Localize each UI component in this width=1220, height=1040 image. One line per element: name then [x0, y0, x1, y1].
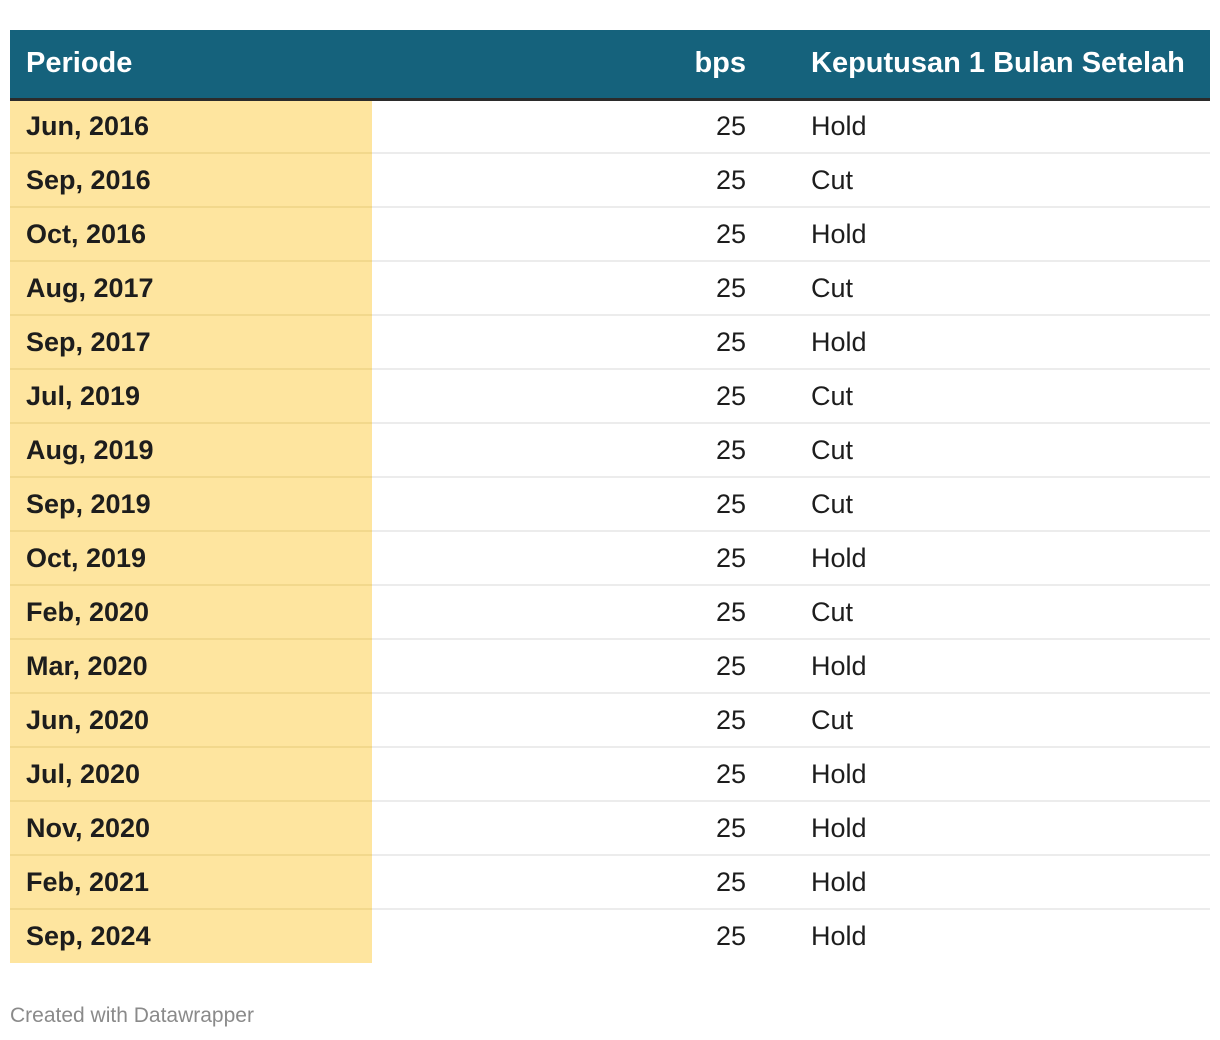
cell-keputusan: Hold	[752, 207, 1210, 262]
cell-keputusan: Cut	[752, 585, 1210, 640]
cell-periode: Jun, 2016	[10, 99, 372, 154]
table-row: Aug, 2019 25 Cut	[10, 423, 1210, 478]
table-row: Sep, 2019 25 Cut	[10, 477, 1210, 532]
cell-keputusan: Hold	[752, 99, 1210, 154]
cell-bps: 25	[372, 747, 752, 802]
cell-bps: 25	[372, 639, 752, 694]
table-row: Mar, 2020 25 Hold	[10, 639, 1210, 694]
table-row: Feb, 2021 25 Hold	[10, 855, 1210, 910]
table-row: Sep, 2024 25 Hold	[10, 909, 1210, 963]
cell-keputusan: Hold	[752, 639, 1210, 694]
table-row: Oct, 2016 25 Hold	[10, 207, 1210, 262]
table-body: Jun, 2016 25 Hold Sep, 2016 25 Cut Oct, 2016 25…	[10, 99, 1210, 963]
cell-bps: 25	[372, 477, 752, 532]
cell-keputusan: Hold	[811, 921, 867, 951]
cell-periode: Sep, 2017	[10, 315, 372, 370]
cell-periode: Aug, 2017	[10, 261, 372, 316]
table-row: Jul, 2020 25 Hold	[10, 747, 1210, 802]
cell-keputusan: Hold	[752, 747, 1210, 802]
cell-bps: 25	[372, 261, 752, 316]
column-header-bps[interactable]: bps	[372, 30, 752, 99]
cell-periode: Oct, 2019	[10, 531, 372, 586]
cell-bps: 25	[372, 207, 752, 262]
datawrapper-credit: Created with Datawrapper	[10, 1004, 254, 1027]
cell-periode: Sep, 2019	[10, 477, 372, 532]
cell-periode: Feb, 2021	[10, 855, 372, 910]
cell-keputusan: Cut	[752, 261, 1210, 316]
table-row: Jun, 2016 25 Hold	[10, 99, 1210, 154]
cell-periode: Sep, 2016	[10, 153, 372, 208]
cell-periode: Feb, 2020	[10, 585, 372, 640]
cell-periode: Mar, 2020	[10, 639, 372, 694]
cell-bps: 25	[372, 315, 752, 370]
cell-periode: Jun, 2020	[10, 693, 372, 748]
cell-keputusan: Cut	[752, 693, 1210, 748]
cell-periode: Jul, 2019	[10, 369, 372, 424]
cell-periode: Nov, 2020	[10, 801, 372, 856]
cell-keputusan: Hold	[752, 531, 1210, 586]
cell-keputusan: Cut	[752, 423, 1210, 478]
table-row: Jun, 2020 25 Cut	[10, 693, 1210, 748]
cell-keputusan: Cut	[752, 153, 1210, 208]
table-row: Sep, 2017 25 Hold	[10, 315, 1210, 370]
table-row: Sep, 2016 25 Cut	[10, 153, 1210, 208]
data-table-container: Periode bps Keputusan 1 Bulan Setelah Ju…	[10, 30, 1210, 963]
cell-periode: Oct, 2016	[10, 207, 372, 262]
table-row: Feb, 2020 25 Cut	[10, 585, 1210, 640]
cell-bps: 25	[372, 369, 752, 424]
cell-keputusan: Hold	[752, 315, 1210, 370]
cell-bps: 25	[372, 801, 752, 856]
data-table: Periode bps Keputusan 1 Bulan Setelah Ju…	[10, 30, 1210, 963]
cell-keputusan: Hold	[752, 801, 1210, 856]
cell-bps: 25	[372, 585, 752, 640]
cell-bps: 25	[715, 921, 746, 951]
header-row: Periode bps Keputusan 1 Bulan Setelah	[10, 30, 1210, 99]
cell-periode: Sep, 2024	[10, 909, 372, 963]
cell-bps: 25	[372, 531, 752, 586]
cell-keputusan: Cut	[752, 369, 1210, 424]
cell-bps: 25	[372, 423, 752, 478]
column-header-keputusan[interactable]: Keputusan 1 Bulan Setelah	[752, 30, 1210, 99]
cell-keputusan: Hold	[752, 855, 1210, 910]
cell-periode: Jul, 2020	[10, 747, 372, 802]
table-row: Oct, 2019 25 Hold	[10, 531, 1210, 586]
column-header-periode[interactable]: Periode	[10, 30, 372, 99]
cell-bps: 25	[372, 855, 752, 910]
cell-keputusan: Cut	[752, 477, 1210, 532]
cell-periode: Aug, 2019	[10, 423, 372, 478]
cell-bps: 25	[372, 99, 752, 154]
table-header: Periode bps Keputusan 1 Bulan Setelah	[10, 30, 1210, 99]
cell-bps: 25	[372, 153, 752, 208]
table-row: Nov, 2020 25 Hold	[10, 801, 1210, 856]
cell-bps: 25	[372, 693, 752, 748]
table-row: Jul, 2019 25 Cut	[10, 369, 1210, 424]
table-row: Aug, 2017 25 Cut	[10, 261, 1210, 316]
